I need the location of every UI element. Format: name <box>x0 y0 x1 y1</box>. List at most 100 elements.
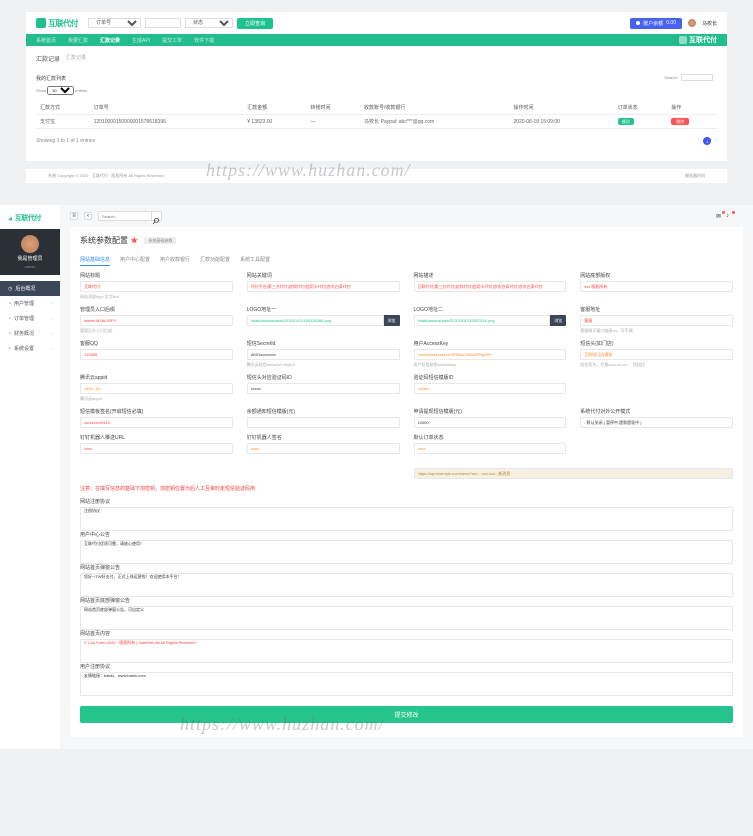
tab-site-info[interactable]: 网站基础信息 <box>80 254 110 266</box>
sidebar-username: 我是管理员 <box>17 255 42 262</box>
nav-download[interactable]: 软件下载 <box>194 37 214 44</box>
th-time1[interactable]: 转账时间 <box>306 101 360 115</box>
input-smskey[interactable] <box>414 349 567 360</box>
nav-api[interactable]: 生成API <box>132 37 150 44</box>
input-logo2[interactable] <box>414 315 551 326</box>
table-header-row: 汇款方式 订单号 汇款金额 转账时间 收款账号/收款银行 操作时间 订单状态 操… <box>36 101 717 115</box>
filter-status-select[interactable]: 状态 <box>185 18 233 28</box>
menu-toggle-icon[interactable]: ≡ <box>70 212 78 220</box>
delete-button[interactable]: 删除 <box>671 118 689 125</box>
pager: ‹ 1 › <box>698 137 717 145</box>
th-order[interactable]: 订单号 <box>90 101 244 115</box>
admin-topbar: ≡ ‹ ⌕ ✉ ♪ <box>70 211 743 221</box>
input-alert2[interactable] <box>414 417 567 428</box>
browse-button-1[interactable]: 浏览 <box>384 315 400 326</box>
nav-back-icon[interactable]: ‹ <box>84 212 92 220</box>
input-sms[interactable] <box>247 349 400 360</box>
input-sign2[interactable] <box>247 443 400 454</box>
input-qq[interactable] <box>80 349 233 360</box>
menu-dashboard[interactable]: ◷后台概况 <box>0 281 60 296</box>
input-site-copyright[interactable] <box>580 281 733 292</box>
input-default[interactable] <box>414 443 567 454</box>
input-site-desc[interactable] <box>414 281 567 292</box>
menu-finance[interactable]: ◔财务概况› <box>0 326 60 341</box>
input-verify[interactable] <box>247 383 400 394</box>
field-mode: 系统代付对外公开模式 <box>580 408 733 428</box>
textarea-rule[interactable] <box>80 507 733 531</box>
avatar[interactable] <box>688 19 696 27</box>
input-alert[interactable] <box>247 417 400 428</box>
nav-bar: 系统首页 我要汇款 汇款记录 生成API 提交工单 软件下载 互联代付 <box>26 34 727 46</box>
header-right: 账户余额 0.00 马校长 <box>630 18 717 29</box>
input-sign[interactable] <box>580 349 733 360</box>
textarea-custom2[interactable] <box>80 672 733 696</box>
menu-orders[interactable]: ◔订单管理› <box>0 311 60 326</box>
entries-text: Showing 1 to 1 of 1 entries <box>36 138 95 144</box>
nav-home[interactable]: 系统首页 <box>36 37 56 44</box>
menu-settings[interactable]: ◔系统设置› <box>0 341 60 356</box>
warning-note: 注意：在填写信息的基础下加密钥，加密钥位置为后人工互审时走短信验证码用 <box>80 485 733 492</box>
textarea-notice2[interactable] <box>80 573 733 597</box>
sidebar-avatar[interactable] <box>21 235 39 253</box>
submit-button[interactable]: 提交修改 <box>80 706 733 723</box>
prev-page[interactable]: ‹ <box>698 138 700 144</box>
balance-pill[interactable]: 账户余额 0.00 <box>630 18 682 29</box>
nav-ticket[interactable]: 提交工单 <box>162 37 182 44</box>
tab-user-bank[interactable]: 用户收款银行 <box>160 254 190 266</box>
input-site-keyword[interactable] <box>247 281 400 292</box>
notification-icon[interactable]: ✉ <box>716 213 723 220</box>
tab-user-center[interactable]: 用户中心配置 <box>120 254 150 266</box>
input-kefu[interactable] <box>580 315 733 326</box>
next-page[interactable]: › <box>715 138 717 144</box>
input-mode[interactable] <box>580 417 733 428</box>
star-icon[interactable]: ★ <box>130 236 138 245</box>
header-bar: 互联代付 订单号 状态 立即查询 账户余额 0.00 马校长 <box>26 12 727 34</box>
th-status[interactable]: 订单状态 <box>614 101 668 115</box>
cell-action: 删除 <box>667 115 717 129</box>
sidebar: ◕ 互联代付 我是管理员 admin ◷后台概况 ◔用户管理› ◔订单管理› ◔… <box>0 205 60 749</box>
tab-system-tools[interactable]: 系统工具配置 <box>240 254 270 266</box>
records-table: 汇款方式 订单号 汇款金额 转账时间 收款账号/收款银行 操作时间 订单状态 操… <box>36 101 717 129</box>
table-search-input[interactable] <box>681 74 713 81</box>
input-accept[interactable] <box>414 383 567 394</box>
input-json[interactable] <box>414 468 734 479</box>
th-time2[interactable]: 操作时间 <box>509 101 613 115</box>
input-robot[interactable] <box>80 443 233 454</box>
th-action[interactable]: 操作 <box>667 101 717 115</box>
field-cloud: 腾讯云appid腾讯云appid <box>80 374 233 402</box>
field-alert: 余额通知短信模版(元) <box>247 408 400 428</box>
input-tpl[interactable] <box>80 417 233 428</box>
textarea-notice1[interactable] <box>80 540 733 564</box>
input-admin-pass[interactable] <box>80 315 233 326</box>
entries-select[interactable]: 10 <box>47 86 74 95</box>
field-logo1: LOGO地址一浏览 <box>247 306 400 334</box>
ta-about: 网站首页底部弹窗公告 <box>80 597 733 630</box>
search-button[interactable]: 立即查询 <box>237 18 273 29</box>
th-amount[interactable]: 汇款金额 <box>243 101 306 115</box>
table-panel: 我的汇款列表 Show 10 entries Search: 汇款方式 订单号 … <box>36 71 717 149</box>
filter-keyword-input[interactable] <box>145 18 181 28</box>
menu-users[interactable]: ◔用户管理› <box>0 296 60 311</box>
textarea-custom[interactable] <box>80 639 733 663</box>
page-1[interactable]: 1 <box>703 137 711 145</box>
th-account[interactable]: 收款账号/收款银行 <box>360 101 509 115</box>
th-method[interactable]: 汇款方式 <box>36 101 90 115</box>
input-site-title[interactable] <box>80 281 233 292</box>
textarea-about[interactable] <box>80 606 733 630</box>
table-search: Search: <box>664 74 713 81</box>
nav-remit[interactable]: 我要汇款 <box>68 37 88 44</box>
alert-icon[interactable]: ♪ <box>726 213 733 220</box>
tab-remit-config[interactable]: 汇款功能配置 <box>200 254 230 266</box>
title-tag: 系统基础参数 <box>144 237 176 244</box>
browse-button-2[interactable]: 浏览 <box>550 315 566 326</box>
admin-search-button[interactable]: ⌕ <box>152 211 162 221</box>
field-smskey: 用户AccessKey用户短信秘钥accesskey <box>414 340 567 368</box>
breadcrumb-main: 汇款记录 <box>36 54 60 63</box>
filter-order-select[interactable]: 订单号 <box>88 18 141 28</box>
input-cloud[interactable] <box>80 383 233 394</box>
admin-search-input[interactable] <box>98 211 152 221</box>
topbar-avatar[interactable] <box>736 213 743 220</box>
ta-notice1: 用户中心公告 <box>80 531 733 564</box>
nav-records[interactable]: 汇款记录 <box>100 37 120 44</box>
input-logo1[interactable] <box>247 315 384 326</box>
